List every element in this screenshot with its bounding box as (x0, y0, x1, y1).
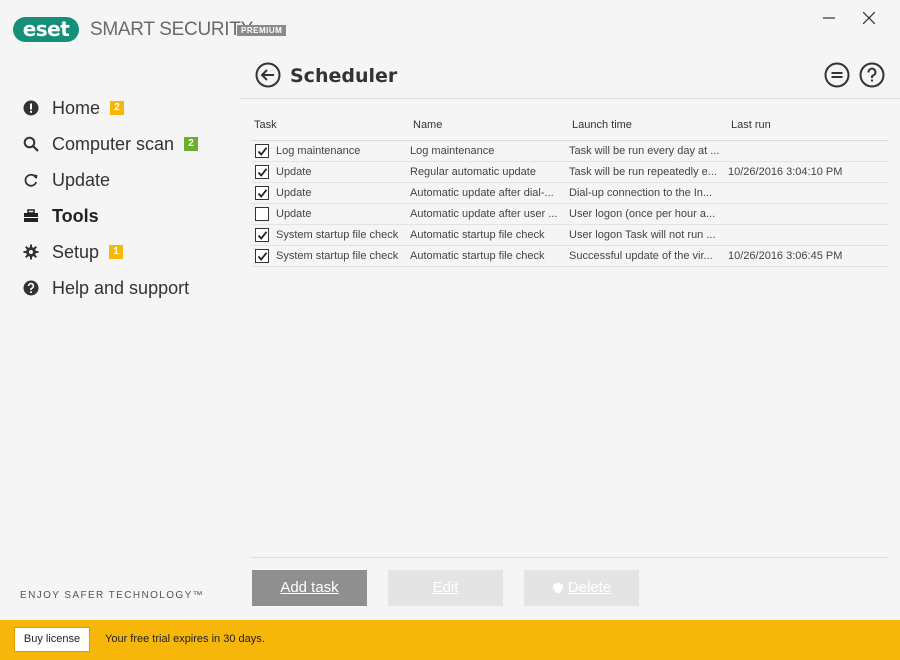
checkmark-icon (257, 168, 268, 177)
help-icon (859, 62, 885, 88)
gear-icon (22, 243, 40, 261)
task-enabled-checkbox[interactable] (255, 207, 269, 221)
column-header-last-run[interactable]: Last run (731, 119, 771, 131)
page-title: Scheduler (290, 65, 398, 87)
edit-label: Edit (432, 579, 459, 596)
table-row[interactable]: System startup file check Automatic start… (251, 225, 889, 246)
edit-button[interactable]: Edit (388, 570, 503, 606)
task-cell: Update (276, 208, 312, 220)
sidebar-item-help-and-support[interactable]: Help and support (22, 274, 189, 302)
launch-time-cell: User logon Task will not run ... (569, 229, 716, 241)
launch-time-cell: User logon (once per hour a... (569, 208, 716, 220)
checkmark-icon (257, 147, 268, 156)
name-cell: Automatic update after user ... (410, 208, 558, 220)
sidebar-item-label: Update (52, 169, 111, 190)
add-task-button[interactable]: Add task (252, 570, 367, 606)
task-enabled-checkbox[interactable] (255, 228, 269, 242)
task-cell: System startup file check (276, 250, 399, 262)
notification-badge: 2 (184, 137, 199, 151)
task-enabled-checkbox[interactable] (255, 144, 269, 158)
name-cell: Regular automatic update (410, 166, 536, 178)
task-enabled-checkbox[interactable] (255, 165, 269, 179)
table-row[interactable]: System startup file check Automatic start… (251, 246, 889, 267)
task-cell: System startup file check (276, 229, 399, 241)
checkmark-icon (257, 231, 268, 240)
sidebar-item-setup[interactable]: Setup 1 (22, 238, 124, 266)
task-cell: Log maintenance (276, 145, 361, 157)
add-task-label: Add task (280, 579, 339, 596)
menu-button[interactable] (824, 62, 850, 88)
table-row[interactable]: Log maintenance Log maintenance Task will … (251, 141, 889, 162)
notification-badge: 2 (110, 101, 125, 115)
sidebar-item-label: Computer scan (52, 133, 175, 154)
sidebar-item-label: Tools (52, 205, 99, 226)
last-run-cell: 10/26/2016 3:06:45 PM (728, 250, 843, 262)
name-cell: Automatic startup file check (410, 229, 545, 241)
sidebar-item-home[interactable]: Home 2 (22, 94, 125, 122)
sidebar-item-computer-scan[interactable]: Computer scan 2 (22, 130, 199, 158)
edition-badge: PREMIUM (237, 25, 287, 36)
launch-time-cell: Successful update of the vir... (569, 250, 713, 262)
sidebar-item-label: Setup (52, 241, 100, 262)
sidebar-item-tools[interactable]: Tools (22, 202, 99, 230)
eset-logo: eset (13, 17, 79, 42)
launch-time-cell: Dial-up connection to the In... (569, 187, 713, 199)
search-icon (22, 135, 40, 153)
column-header-task[interactable]: Task (254, 119, 277, 131)
table-row[interactable]: Update Regular automatic update Task will … (251, 162, 889, 183)
launch-time-cell: Task will be run repeatedly e... (569, 166, 717, 178)
close-icon (863, 12, 875, 24)
name-cell: Automatic update after dial-... (410, 187, 554, 199)
name-cell: Log maintenance (410, 145, 495, 157)
exclamation-circle-icon (22, 99, 40, 117)
minimize-button[interactable] (816, 6, 842, 30)
toolbox-icon (22, 207, 40, 225)
checkmark-icon (257, 252, 268, 261)
task-enabled-checkbox[interactable] (255, 186, 269, 200)
table-row[interactable]: Update Automatic update after dial-... Dia… (251, 183, 889, 204)
back-arrow-icon (255, 62, 281, 88)
help-button[interactable] (859, 62, 885, 88)
name-cell: Automatic startup file check (410, 250, 545, 262)
checkmark-icon (257, 189, 268, 198)
close-button[interactable] (856, 6, 882, 30)
sidebar-item-label: Home (52, 97, 101, 118)
question-circle-icon (22, 279, 40, 297)
delete-label: Delete (567, 579, 612, 596)
column-header-launch-time[interactable]: Launch time (572, 119, 632, 131)
product-name: SMART SECURITY (90, 19, 253, 40)
trial-expiry-text: Your free trial expires in 30 days. (105, 633, 265, 645)
scheduler-table: Task Name Launch time Last run Log maint… (251, 115, 889, 267)
divider (251, 557, 889, 558)
task-cell: Update (276, 166, 312, 178)
buy-license-button[interactable]: Buy license (14, 627, 90, 652)
column-header-name[interactable]: Name (413, 119, 442, 131)
trial-status-bar: Buy license Your free trial expires in 3… (0, 620, 900, 660)
menu-icon (824, 62, 850, 88)
launch-time-cell: Task will be run every day at ... (569, 145, 720, 157)
table-row[interactable]: Update Automatic update after user ... Use… (251, 204, 889, 225)
sidebar-item-update[interactable]: Update (22, 166, 110, 194)
shield-icon (552, 582, 563, 594)
page-header: Scheduler (240, 56, 900, 99)
sidebar-item-label: Help and support (52, 277, 190, 298)
last-run-cell: 10/26/2016 3:04:10 PM (728, 166, 843, 178)
task-cell: Update (276, 187, 312, 199)
delete-button[interactable]: Delete (524, 570, 639, 606)
back-button[interactable] (255, 62, 281, 88)
tagline: ENJOY SAFER TECHNOLOGY™ (20, 590, 205, 601)
refresh-icon (22, 171, 40, 189)
minimize-icon (823, 17, 835, 19)
table-header: Task Name Launch time Last run (251, 115, 889, 141)
notification-badge: 1 (109, 245, 124, 259)
task-enabled-checkbox[interactable] (255, 249, 269, 263)
